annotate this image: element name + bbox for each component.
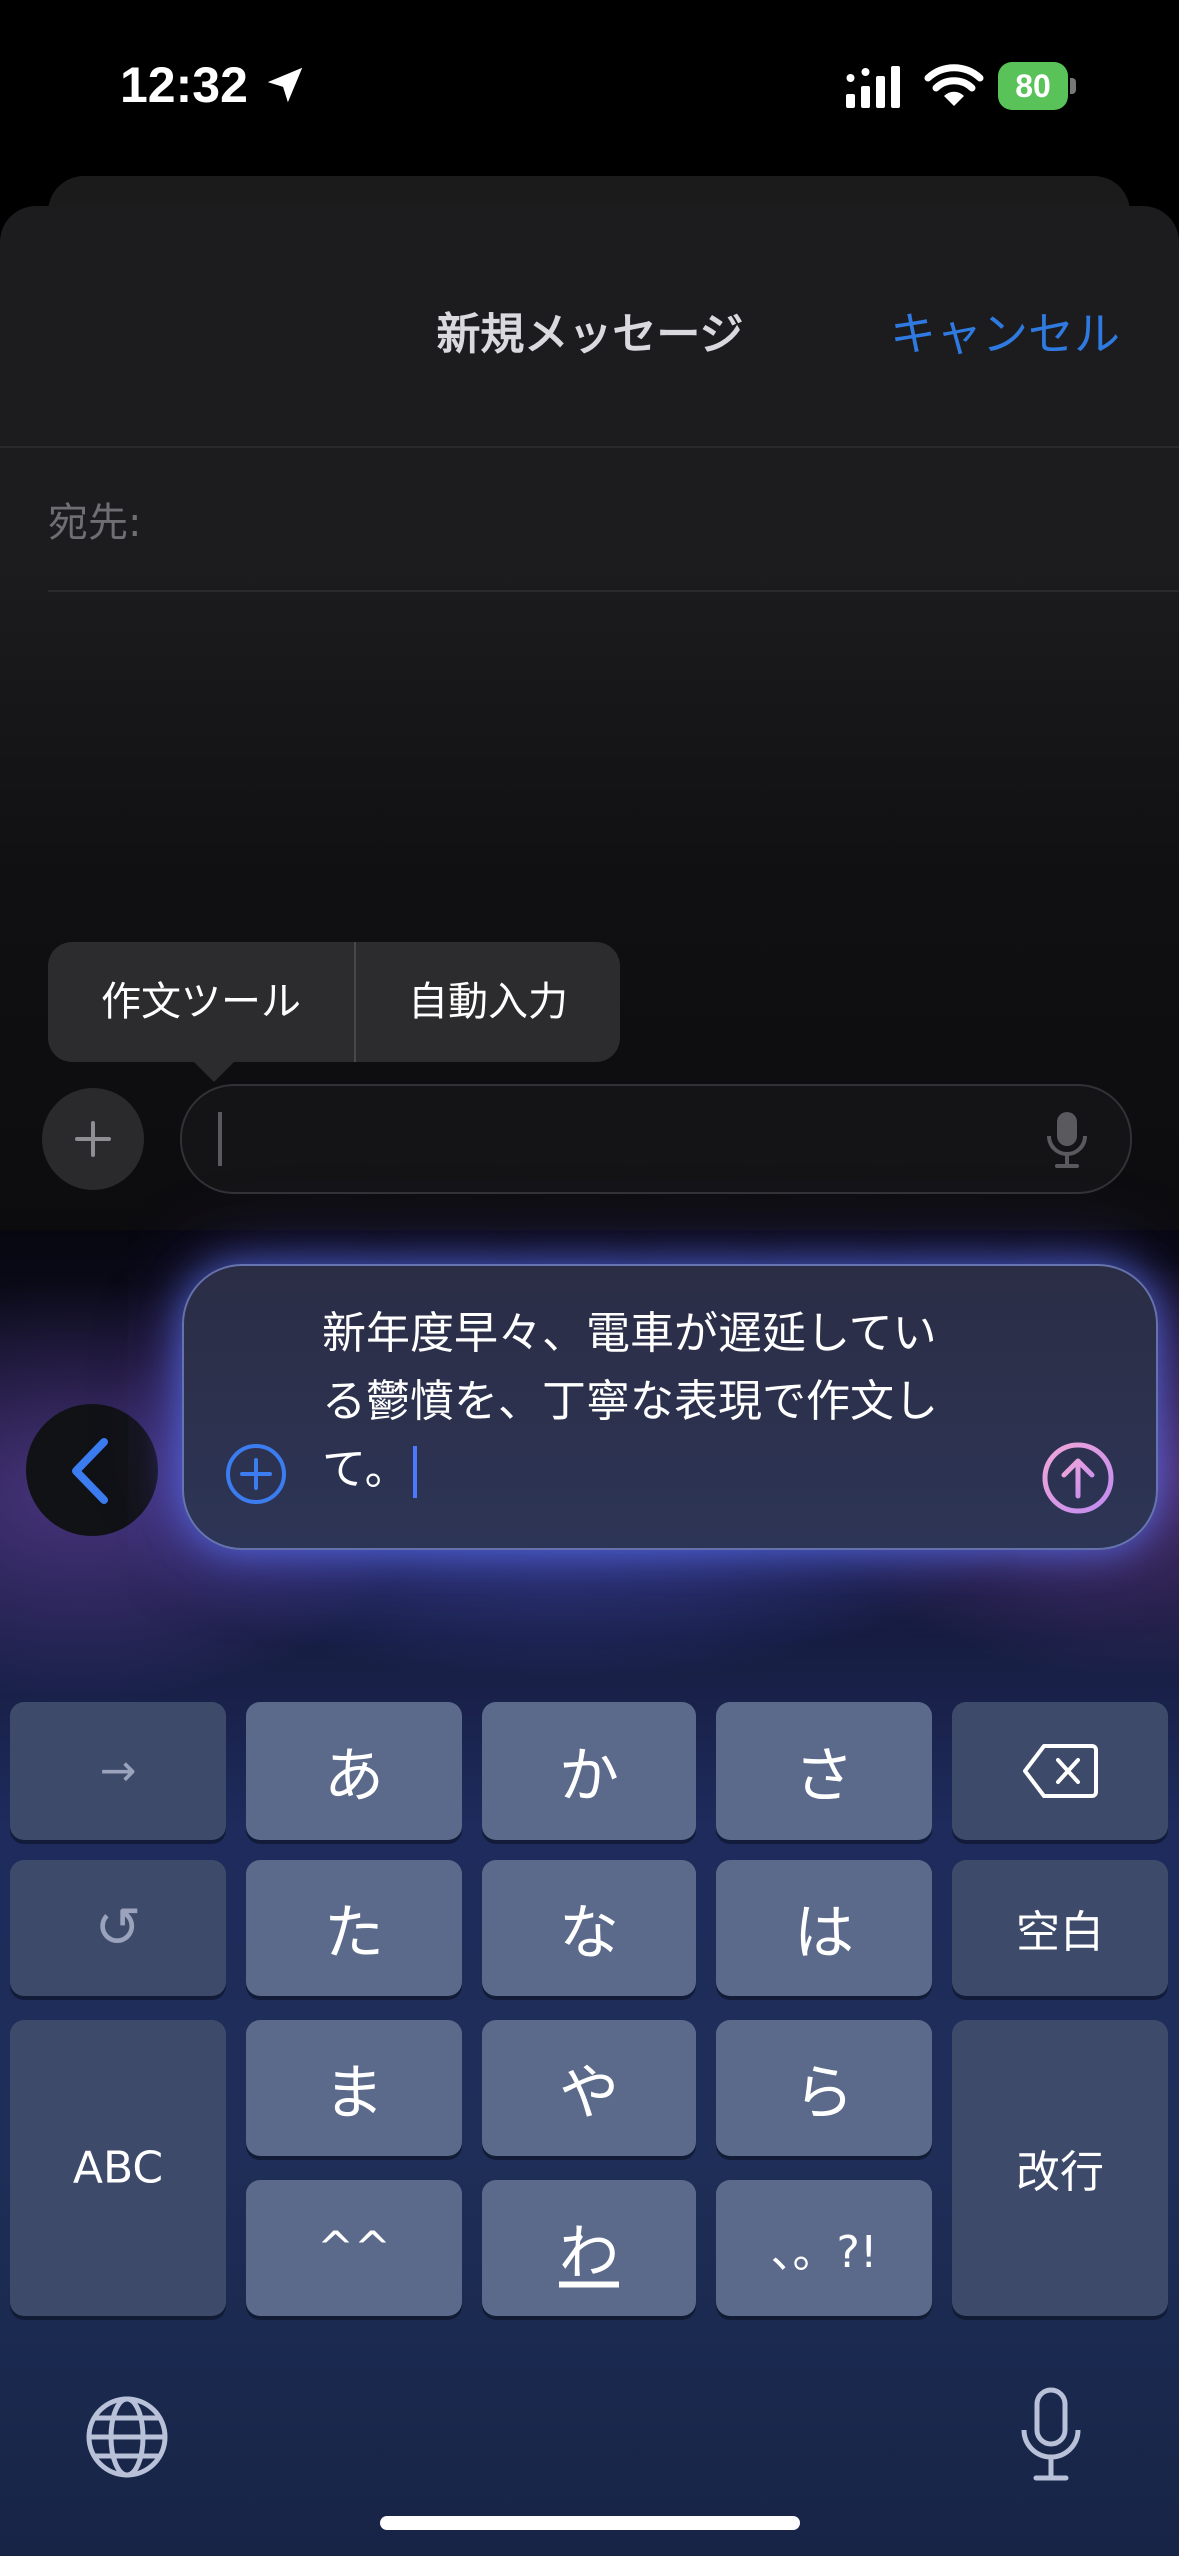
cellular-signal-icon [846,66,900,108]
dictation-mic-icon[interactable] [1042,1108,1092,1172]
attach-button[interactable] [42,1088,144,1190]
key-label: 空白 [1016,1907,1104,1958]
edit-menu-popover: 作文ツール 自動入力 [48,942,620,1062]
writing-tools-prompt-text[interactable]: 新年度早々、電車が遅延してい る鬱憤を、丁寧な表現で作文し て。 [322,1300,1022,1504]
key-na[interactable]: な [482,1860,696,1996]
plus-icon [75,1121,111,1157]
microphone-icon[interactable] [1016,2386,1086,2486]
key-label: ↺ [94,1895,142,1961]
text-caret [218,1112,222,1166]
key-label: → [99,1745,137,1797]
prompt-line: て。 [322,1444,409,1495]
home-indicator[interactable] [380,2516,800,2530]
key-label: や [559,2058,619,2129]
prompt-line: 新年度早々、電車が遅延してい [322,1308,937,1359]
message-input[interactable] [180,1084,1132,1194]
key-ya[interactable]: や [482,2020,696,2156]
key-arrow[interactable]: → [10,1702,226,1840]
prompt-line: る鬱憤を、丁寧な表現で作文し [322,1376,938,1427]
autofill-menu-item[interactable]: 自動入力 [356,942,620,1062]
chevron-left-icon [72,1438,108,1504]
delete-icon [1023,1744,1098,1798]
key-a[interactable]: あ [246,1702,462,1840]
key-label: は [794,1898,854,1969]
key-label: な [559,1898,619,1969]
key-label: ま [324,2058,384,2129]
send-arrow-icon[interactable] [1040,1440,1116,1516]
battery-indicator: 80 [998,62,1078,110]
key-ra[interactable]: ら [716,2020,932,2156]
abc-key[interactable]: ABC [10,2020,226,2316]
key-label: さ [794,1741,854,1812]
page-title: 新規メッセージ [436,309,744,360]
key-label: た [324,1898,384,1969]
key-ha[interactable]: は [716,1860,932,1996]
delete-key[interactable] [952,1702,1168,1840]
prompt-line-last: て。 [322,1436,1022,1504]
key-sa[interactable]: さ [716,1702,932,1840]
key-label: ら [794,2058,854,2129]
globe-icon[interactable] [82,2392,172,2482]
key-label: あ [324,1741,384,1812]
space-key[interactable]: 空白 [952,1860,1168,1996]
popover-pointer [192,1060,236,1082]
key-emoticon[interactable]: ^^ [246,2180,462,2316]
key-label: ABC [72,2142,164,2194]
key-label: わ [559,2218,619,2289]
battery-level: 80 [1015,68,1051,104]
wifi-icon [924,64,984,106]
recipient-label: 宛先: [48,500,142,546]
text-caret [412,1446,417,1498]
key-label: 、。?! [770,2227,878,2278]
key-ka[interactable]: か [482,1702,696,1840]
key-undo[interactable]: ↺ [10,1860,226,1996]
key-ta[interactable]: た [246,1860,462,1996]
key-label: 改行 [1016,2147,1104,2198]
back-button[interactable] [26,1404,158,1536]
return-key[interactable]: 改行 [952,2020,1168,2316]
key-wa[interactable]: わ [482,2180,696,2316]
key-punctuation[interactable]: 、。?! [716,2180,932,2316]
writing-tools-menu-item[interactable]: 作文ツール [48,942,354,1062]
header-divider [0,446,1179,448]
add-circle-icon[interactable] [224,1442,288,1506]
status-time: 12:32 [120,57,248,113]
key-ma[interactable]: ま [246,2020,462,2156]
cancel-button[interactable]: キャンセル [890,298,1120,364]
key-label: ^^ [317,2222,391,2274]
recipient-divider [48,590,1179,592]
key-label: か [559,1741,619,1812]
location-arrow-icon [267,67,303,103]
